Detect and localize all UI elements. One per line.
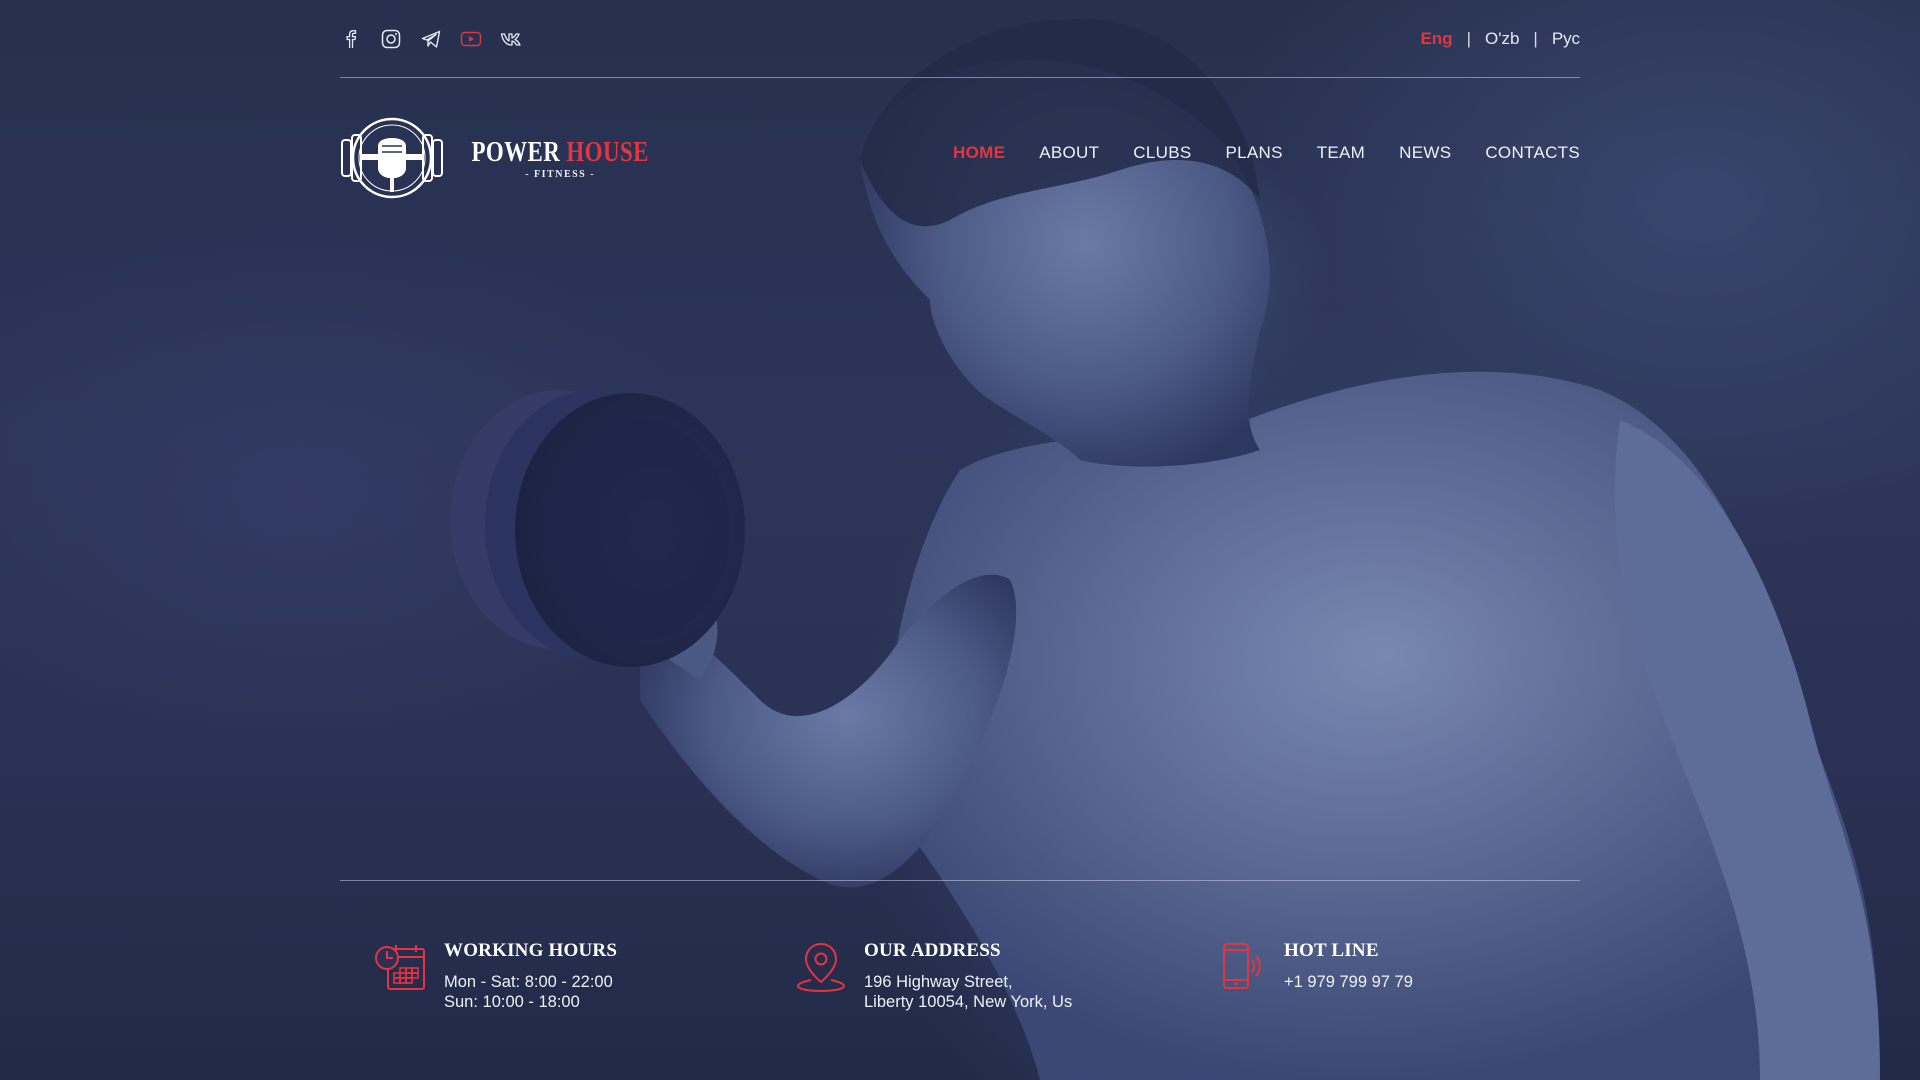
info-bar: WORKING HOURS Mon - Sat: 8:00 - 22:00 Su… <box>340 940 1580 1012</box>
hotline-content: HOT LINE +1 979 799 97 79 <box>1284 940 1413 992</box>
address-line-1: 196 Highway Street, <box>864 973 1013 991</box>
lang-rus[interactable]: Рус <box>1552 29 1580 49</box>
youtube-icon[interactable] <box>460 28 482 50</box>
map-pin-icon <box>794 940 848 994</box>
nav-home[interactable]: HOME <box>953 143 1005 163</box>
address-block: OUR ADDRESS 196 Highway Street, Liberty … <box>794 940 1214 1012</box>
logo-subtitle: - FITNESS - <box>525 168 596 180</box>
working-hours-weekdays: Mon - Sat: 8:00 - 22:00 <box>444 973 613 991</box>
phone-icon <box>1214 940 1268 994</box>
telegram-icon[interactable] <box>420 28 442 50</box>
address-content: OUR ADDRESS 196 Highway Street, Liberty … <box>864 940 1072 1012</box>
main-nav: HOME ABOUT CLUBS PLANS TEAM NEWS CONTACT… <box>953 143 1580 163</box>
nav-about[interactable]: ABOUT <box>1039 143 1099 163</box>
logo-wordmark: POWER HOUSE - FITNESS - <box>452 137 668 180</box>
logo-title: POWER HOUSE <box>471 137 648 169</box>
language-switcher: Eng | O'zb | Рус <box>1420 29 1580 49</box>
working-hours-content: WORKING HOURS Mon - Sat: 8:00 - 22:00 Su… <box>444 940 617 1012</box>
lang-separator: | <box>1533 29 1538 48</box>
hotline-title: HOT LINE <box>1284 940 1379 961</box>
nav-team[interactable]: TEAM <box>1317 143 1365 163</box>
fist-dumbbell-logo-icon <box>341 117 443 199</box>
working-hours-title: WORKING HOURS <box>444 940 618 961</box>
calendar-clock-icon <box>374 940 428 994</box>
nav-contacts[interactable]: CONTACTS <box>1485 143 1580 163</box>
nav-news[interactable]: NEWS <box>1399 143 1451 163</box>
working-hours-sunday: Sun: 10:00 - 18:00 <box>444 993 580 1011</box>
lang-separator: | <box>1466 29 1471 48</box>
address-line-2: Liberty 10054, New York, Us <box>864 993 1073 1011</box>
vk-icon[interactable] <box>500 28 526 50</box>
working-hours-block: WORKING HOURS Mon - Sat: 8:00 - 22:00 Su… <box>374 940 794 1012</box>
nav-plans[interactable]: PLANS <box>1225 143 1282 163</box>
lang-ozb[interactable]: O'zb <box>1485 29 1519 49</box>
nav-clubs[interactable]: CLUBS <box>1133 143 1191 163</box>
hotline-block: HOT LINE +1 979 799 97 79 <box>1214 940 1514 1012</box>
site-header: POWER HOUSE - FITNESS - HOME ABOUT CLUBS… <box>340 116 1580 200</box>
address-title: OUR ADDRESS <box>864 940 1001 961</box>
facebook-icon[interactable] <box>340 28 362 50</box>
logo-word-power: POWER <box>471 136 561 168</box>
lang-eng[interactable]: Eng <box>1420 29 1452 49</box>
bottom-divider <box>340 880 1580 881</box>
logo-word-house: HOUSE <box>566 136 649 168</box>
instagram-icon[interactable] <box>380 28 402 50</box>
social-links <box>340 28 526 50</box>
logo[interactable]: POWER HOUSE - FITNESS - <box>340 116 668 200</box>
top-divider <box>340 77 1580 78</box>
hotline-phone-link[interactable]: +1 979 799 97 79 <box>1284 972 1413 992</box>
top-bar: Eng | O'zb | Рус <box>340 24 1580 54</box>
